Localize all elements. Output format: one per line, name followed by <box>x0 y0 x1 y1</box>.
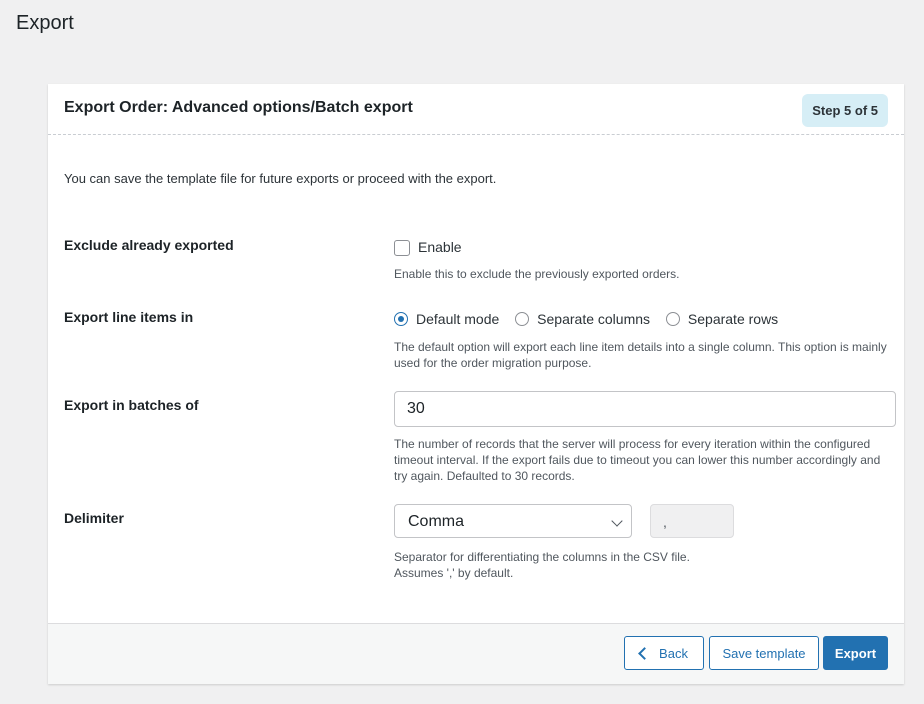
radio-separate-rows[interactable]: Separate rows <box>665 311 779 327</box>
card-title: Export Order: Advanced options/Batch exp… <box>64 99 413 116</box>
radio-label: Separate rows <box>687 311 779 327</box>
exclude-description: Enable this to exclude the previously ex… <box>394 267 680 281</box>
delimiter-select[interactable]: Comma <box>394 504 632 538</box>
card-header: Export Order: Advanced options/Batch exp… <box>48 84 904 135</box>
radio-label: Separate columns <box>537 311 651 327</box>
exclude-label: Exclude already exported <box>64 237 234 253</box>
step-badge: Step 5 of 5 <box>802 94 888 127</box>
exclude-checkbox[interactable]: Enable <box>394 239 462 257</box>
back-label: Back <box>659 645 688 661</box>
batch-label: Export in batches of <box>64 397 199 413</box>
card-footer: Back Save template Export <box>48 623 904 684</box>
radio-label: Default mode <box>416 311 500 327</box>
radio-icon[interactable] <box>515 312 530 326</box>
back-button[interactable]: Back <box>624 636 704 670</box>
line-items-radio-group: Default mode Separate columns Separate r… <box>394 311 790 329</box>
checkbox-label: Enable <box>418 239 462 255</box>
line-items-description: The default option will export each line… <box>394 340 887 370</box>
chevron-left-icon <box>638 646 651 660</box>
delimiter-description: Separator for differentiating the column… <box>394 549 894 581</box>
export-button[interactable]: Export <box>823 636 888 670</box>
delimiter-value-input[interactable]: , <box>650 504 734 538</box>
delimiter-selected: Comma <box>408 513 465 530</box>
page-title: Export <box>16 12 74 34</box>
radio-separate-columns[interactable]: Separate columns <box>515 311 650 327</box>
checkbox-icon[interactable] <box>394 240 410 257</box>
export-card: Export Order: Advanced options/Batch exp… <box>48 84 904 684</box>
save-template-button[interactable]: Save template <box>709 636 819 670</box>
delimiter-description-line: Separator for differentiating the column… <box>394 550 690 564</box>
intro-text: You can save the template file for futur… <box>64 171 497 186</box>
line-items-label: Export line items in <box>64 309 194 325</box>
delimiter-label: Delimiter <box>64 510 124 526</box>
radio-default-mode[interactable]: Default mode <box>394 311 499 327</box>
delimiter-description-line: Assumes ',' by default. <box>394 566 514 580</box>
batch-description: The number of records that the server wi… <box>394 437 881 483</box>
chevron-down-icon <box>611 515 623 527</box>
radio-icon[interactable] <box>665 312 680 326</box>
batch-size-input[interactable]: 30 <box>394 391 896 427</box>
radio-selected-icon[interactable] <box>394 312 408 326</box>
